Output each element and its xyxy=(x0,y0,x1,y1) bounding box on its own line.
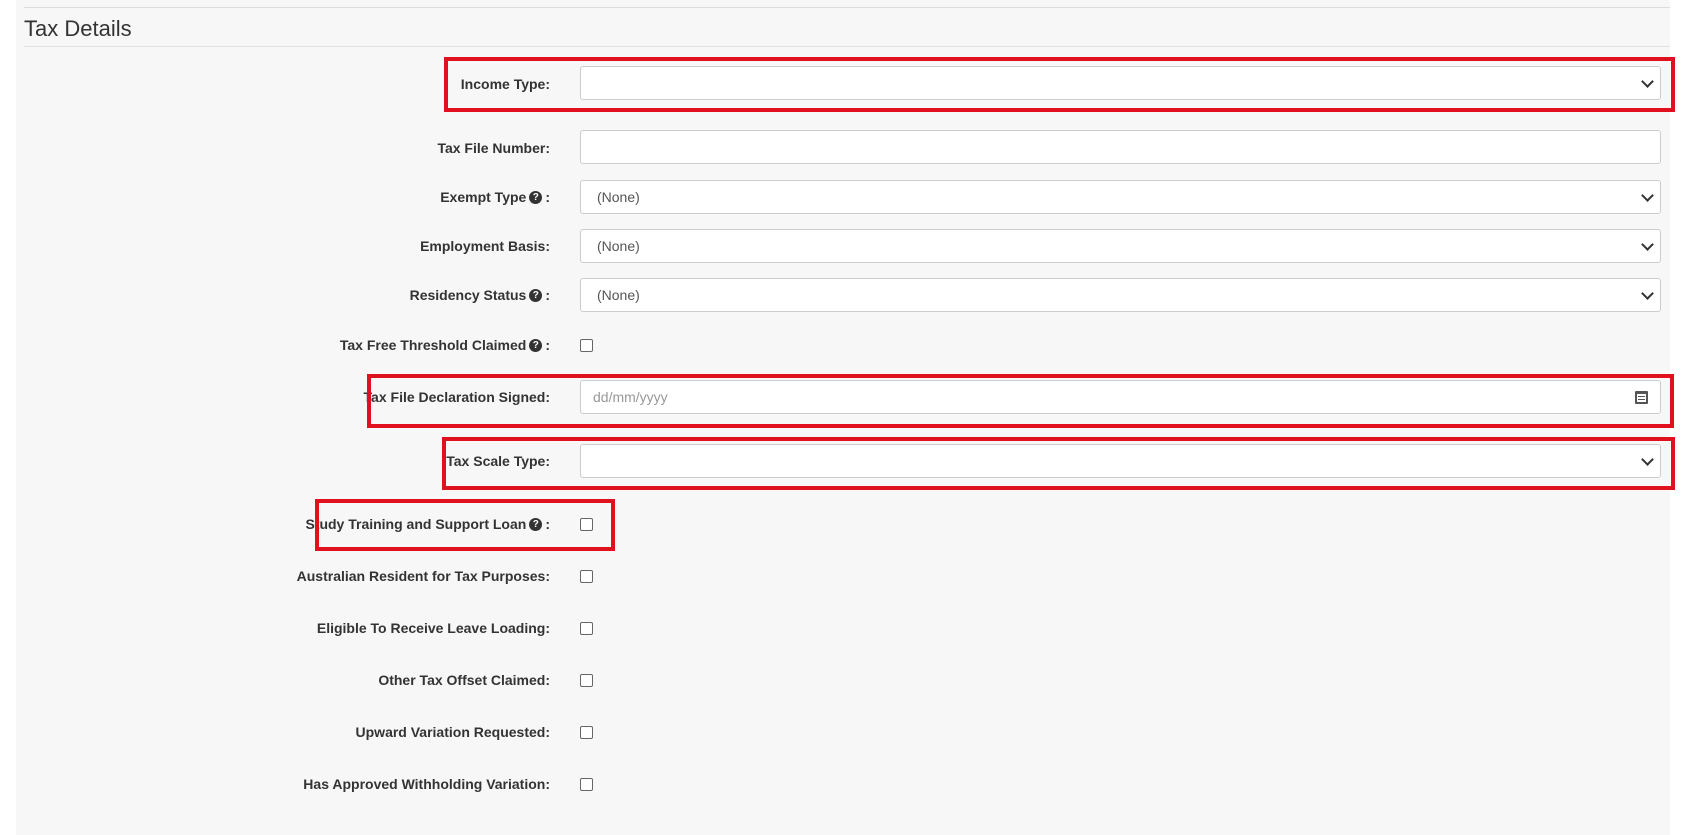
tax-scale-type-select[interactable] xyxy=(580,444,1661,478)
colon: : xyxy=(545,337,550,353)
employment-basis-value: (None) xyxy=(597,238,640,254)
chevron-down-icon xyxy=(1641,75,1654,88)
title-divider xyxy=(24,46,1670,47)
tfd-signed-label: Tax File Declaration Signed: xyxy=(363,389,550,405)
question-circle-icon[interactable]: ? xyxy=(529,190,543,204)
stsl-label: Study Training and Support Loan ? : xyxy=(305,515,550,533)
withholding-variation-checkbox[interactable] xyxy=(580,778,593,791)
upward-variation-label: Upward Variation Requested: xyxy=(355,724,550,740)
australian-resident-checkbox[interactable] xyxy=(580,570,593,583)
leave-loading-checkbox[interactable] xyxy=(580,622,593,635)
colon: : xyxy=(545,516,550,532)
australian-resident-label: Australian Resident for Tax Purposes: xyxy=(296,568,550,584)
colon: : xyxy=(545,189,550,205)
residency-status-select[interactable]: (None) xyxy=(580,278,1661,312)
question-circle-icon[interactable]: ? xyxy=(529,338,543,352)
upward-variation-checkbox[interactable] xyxy=(580,726,593,739)
tax-file-number-input[interactable] xyxy=(580,130,1661,164)
employment-basis-select[interactable]: (None) xyxy=(580,229,1661,263)
exempt-type-select[interactable]: (None) xyxy=(580,180,1661,214)
leave-loading-label: Eligible To Receive Leave Loading: xyxy=(316,620,550,636)
exempt-type-label-text: Exempt Type xyxy=(440,189,527,205)
residency-status-label-text: Residency Status xyxy=(409,287,527,303)
question-circle-icon[interactable]: ? xyxy=(529,288,543,302)
income-type-select[interactable] xyxy=(580,66,1661,100)
question-circle-icon[interactable]: ? xyxy=(529,517,543,531)
section-title: Tax Details xyxy=(24,16,132,41)
withholding-variation-label: Has Approved Withholding Variation: xyxy=(303,776,550,792)
exempt-type-label: Exempt Type ? : xyxy=(440,188,550,206)
residency-status-value: (None) xyxy=(597,287,640,303)
employment-basis-label: Employment Basis: xyxy=(420,238,550,254)
tax-offset-label: Other Tax Offset Claimed: xyxy=(378,672,550,688)
colon: : xyxy=(545,287,550,303)
tfd-signed-date-input[interactable]: dd/mm/yyyy xyxy=(580,380,1661,414)
tax-free-threshold-label-text: Tax Free Threshold Claimed xyxy=(339,337,527,353)
exempt-type-value: (None) xyxy=(597,189,640,205)
tax-scale-type-label: Tax Scale Type: xyxy=(446,453,550,469)
residency-status-label: Residency Status ? : xyxy=(410,286,550,304)
chevron-down-icon xyxy=(1641,453,1654,466)
income-type-label: Income Type: xyxy=(460,76,550,92)
tax-free-threshold-checkbox[interactable] xyxy=(580,339,593,352)
stsl-label-text: Study Training and Support Loan xyxy=(305,516,527,532)
tax-details-panel xyxy=(16,0,1670,835)
top-divider xyxy=(24,7,1670,8)
calendar-icon[interactable] xyxy=(1635,391,1648,404)
tfd-signed-placeholder: dd/mm/yyyy xyxy=(593,389,668,405)
tax-file-number-label: Tax File Number: xyxy=(437,140,550,156)
stsl-checkbox[interactable] xyxy=(580,518,593,531)
tax-offset-checkbox[interactable] xyxy=(580,674,593,687)
tax-free-threshold-label: Tax Free Threshold Claimed ? : xyxy=(340,336,550,354)
